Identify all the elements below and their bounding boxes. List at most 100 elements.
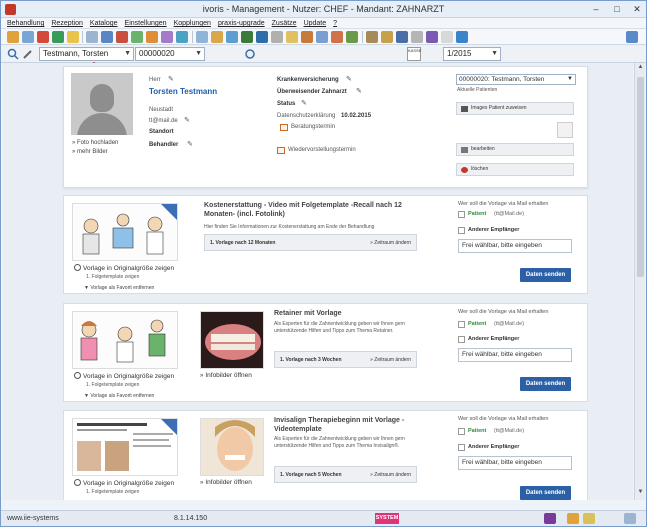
template-preview-image[interactable] [72,311,178,369]
assign-images-button[interactable]: Images Patient zuweisen [456,102,574,115]
tool-search-icon[interactable] [196,31,208,43]
patient-checkbox[interactable] [458,321,465,328]
send-data-button[interactable]: Daten senden [520,486,571,500]
other-recipient-checkbox[interactable] [458,444,465,451]
tool-box-icon[interactable] [146,31,158,43]
recipient-input[interactable]: Frei wählbar, bitte eingeben [458,239,572,253]
tool-table-icon[interactable] [271,31,283,43]
tool-users-icon[interactable] [366,31,378,43]
template-preview-image[interactable] [72,203,178,261]
tool-coin-icon[interactable] [301,31,313,43]
tool-archive-icon[interactable] [411,31,423,43]
maximize-button[interactable]: □ [606,2,628,16]
change-period-link[interactable]: » Zeitraum ändern [370,357,411,363]
tool-document-icon[interactable] [101,31,113,43]
tool-warning-icon[interactable] [441,31,453,43]
other-recipient-checkbox[interactable] [458,227,465,234]
change-period-link[interactable]: » Zeitraum ändern [370,240,411,246]
rings-icon[interactable] [567,513,579,524]
more-images-link[interactable]: » mehr Bilder [72,149,108,155]
tool-layout-icon[interactable] [626,31,638,43]
menu-einstellungen[interactable]: Einstellungen [125,18,167,28]
tool-tooth-icon[interactable] [52,31,64,43]
search-icon[interactable] [7,48,19,60]
tool-calendar-icon[interactable] [86,31,98,43]
menu-kataloge[interactable]: Kataloge [90,18,118,28]
tool-screen-icon[interactable] [396,31,408,43]
scroll-down-icon[interactable]: ▼ [636,489,645,499]
patient-name[interactable]: Torsten Testmann [149,87,217,96]
tool-gift-icon[interactable] [331,31,343,43]
pencil-icon[interactable]: ✎ [356,88,363,95]
info-images-link[interactable]: » Infobilder öffnen [200,479,252,486]
trash-icon[interactable] [624,513,636,524]
invisalign-photo[interactable] [200,418,264,476]
photo-upload-link[interactable]: » Foto hochladen [72,140,118,146]
tool-money-icon[interactable] [131,31,143,43]
tool-book-icon[interactable] [256,31,268,43]
tool-mail-icon[interactable] [226,31,238,43]
patient-name-field[interactable]: Testmann, Torsten ▼ [39,47,134,61]
tool-cube-icon[interactable] [426,31,438,43]
tool-help-icon[interactable] [456,31,468,43]
avatar[interactable] [71,73,133,135]
followup-template-link[interactable]: 1. Folgetemplate zeigen [86,489,139,495]
menu-update[interactable]: Update [304,18,327,28]
edit-button[interactable]: bearbeiten [456,143,574,156]
close-button[interactable]: ✕ [626,2,647,16]
remove-favorite-link[interactable]: ▼ Vorlage als Favorit entfernen [84,285,154,291]
menu-praxis-upgrade[interactable]: praxis-upgrade [218,18,265,28]
zoom-template-link[interactable]: Vorlage in Originalgröße zeigen [74,479,174,487]
current-patient-select[interactable]: 00000020: Testmann, Torsten ▼ [456,74,576,85]
scroll-up-icon[interactable]: ▲ [636,64,645,74]
link-icon[interactable] [244,48,256,60]
medal-icon[interactable] [583,513,595,524]
tool-invoice-icon[interactable] [116,31,128,43]
tool-pen-icon[interactable] [22,31,34,43]
menu-rezeption[interactable]: Rezeption [51,18,83,28]
tool-key-icon[interactable] [381,31,393,43]
info-images-link[interactable]: » Infobilder öffnen [200,372,252,379]
quarter-field[interactable]: 1/2015 ▼ [443,47,501,61]
tool-settings-icon[interactable] [176,31,188,43]
menu-zusaetze[interactable]: Zusätze [272,18,297,28]
qr-code-icon[interactable] [557,122,573,138]
send-data-button[interactable]: Daten senden [520,377,571,391]
patient-number-field[interactable]: 00000020 ▼ [135,47,205,61]
consultation-link[interactable]: Beratungstermin [291,124,335,130]
tool-tree-icon[interactable] [346,31,358,43]
pencil-icon[interactable]: ✎ [301,100,308,107]
tool-treatment-icon[interactable] [7,31,19,43]
tool-phone-icon[interactable] [316,31,328,43]
tool-green-icon[interactable] [241,31,253,43]
scroll-thumb[interactable] [637,77,644,277]
menu-help[interactable]: ? [333,18,337,28]
send-data-button[interactable]: Daten senden [520,268,571,282]
delete-button[interactable]: löschen [456,163,574,176]
pencil-icon[interactable]: ✎ [168,76,175,83]
followup-template-link[interactable]: 1. Folgetemplate zeigen [86,274,139,280]
recipient-input[interactable]: Frei wählbar, bitte eingeben [458,456,572,470]
tool-print-icon[interactable] [211,31,223,43]
pencil-icon[interactable]: ✎ [346,76,353,83]
patient-checkbox[interactable] [458,211,465,218]
pencil-icon[interactable]: ✎ [184,117,191,124]
retainer-photo[interactable] [200,311,264,369]
pencil-icon[interactable]: ✎ [187,141,194,148]
remove-favorite-link[interactable]: ▼ Vorlage als Favorit entfernen [84,393,154,399]
vertical-scrollbar[interactable]: ▲ ▼ [634,63,645,500]
change-period-link[interactable]: » Zeitraum ändern [370,472,411,478]
other-recipient-checkbox[interactable] [458,336,465,343]
recipient-input[interactable]: Frei wählbar, bitte eingeben [458,348,572,362]
tool-note-icon[interactable] [286,31,298,43]
template-preview-image[interactable] [72,418,178,476]
menu-kopplungen[interactable]: Kopplungen [174,18,211,28]
tool-folder-icon[interactable] [67,31,79,43]
patient-checkbox[interactable] [458,428,465,435]
tool-list-icon[interactable] [161,31,173,43]
edit-icon[interactable] [22,48,34,60]
zoom-template-link[interactable]: Vorlage in Originalgröße zeigen [74,264,174,272]
followup-link[interactable]: Wiedervorstellungstermin [288,147,356,153]
zoom-template-link[interactable]: Vorlage in Originalgröße zeigen [74,372,174,380]
kasse-badge[interactable]: KASSE [407,47,421,61]
